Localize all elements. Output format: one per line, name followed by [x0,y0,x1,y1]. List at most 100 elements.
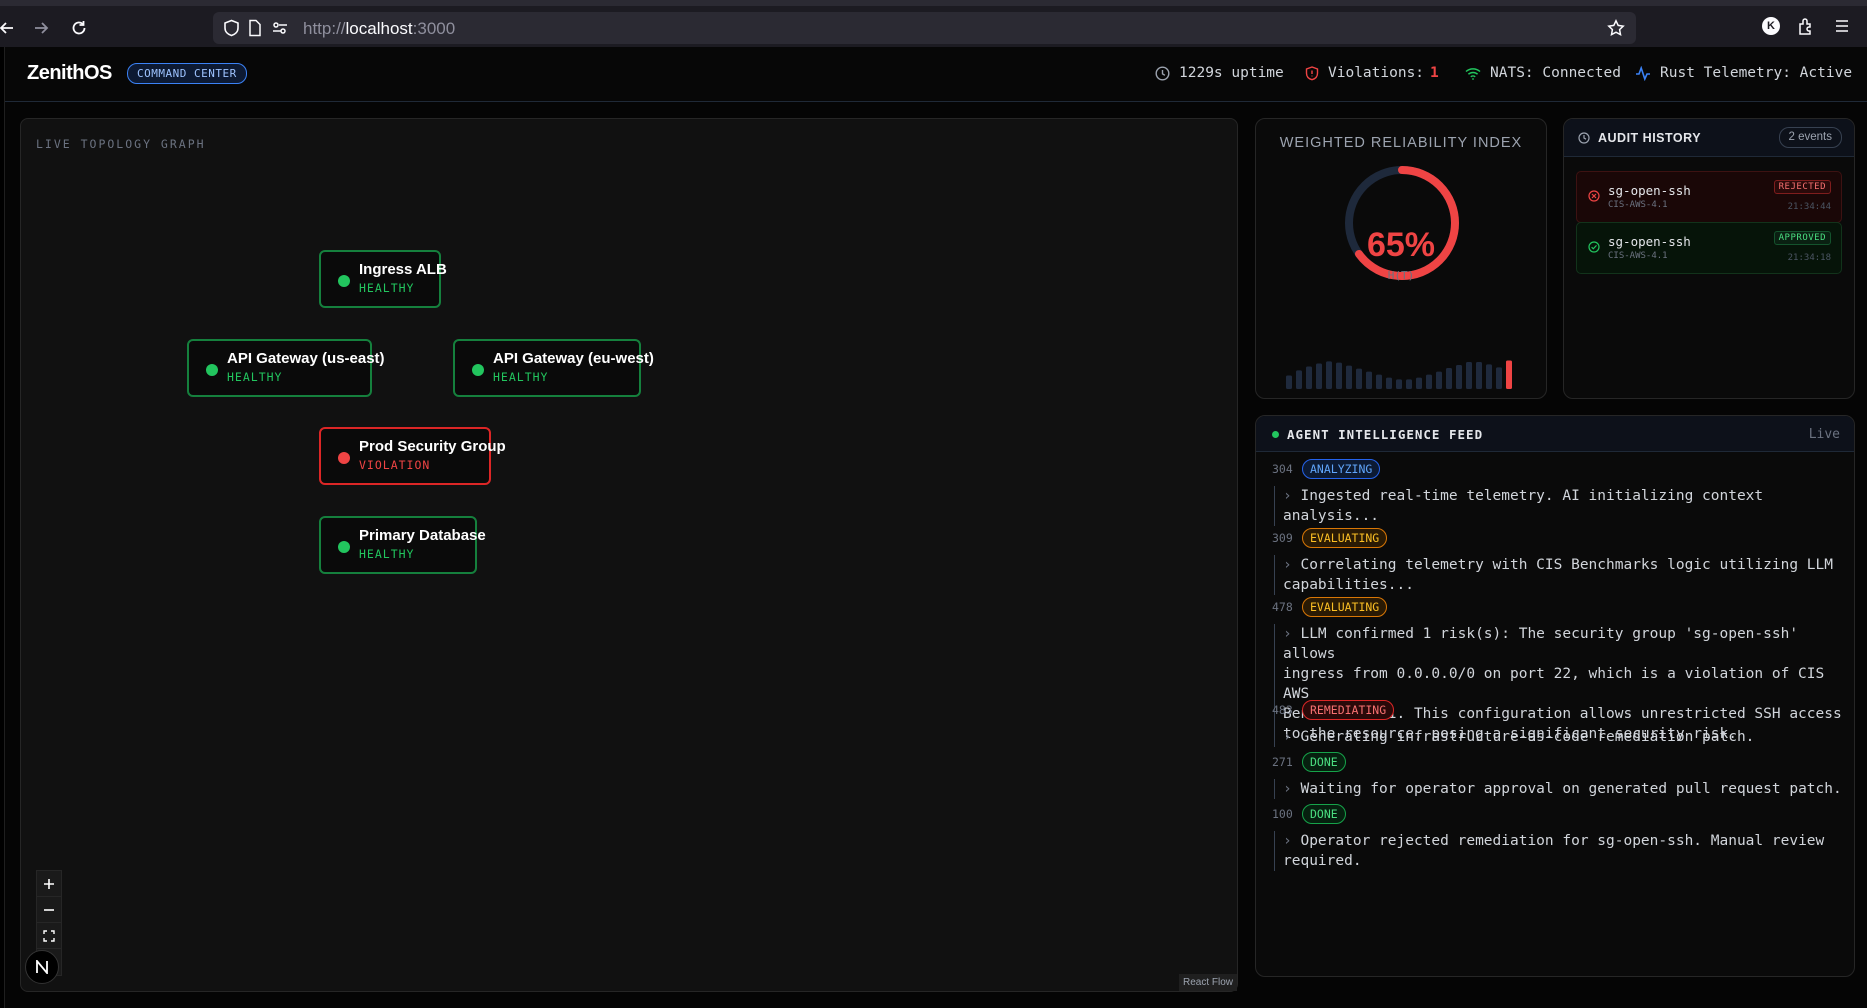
violations-stat[interactable]: Violations: 1 [1305,65,1439,81]
profile-letter: K [1762,17,1780,35]
telemetry-stat: Rust Telemetry: Active [1635,65,1852,81]
entry-id: 483 [1272,703,1293,717]
history-bar [1386,377,1392,389]
stage-badge: EVALUATING [1302,597,1388,617]
menu-icon[interactable] [1834,17,1850,35]
audit-time: 21:34:18 [1787,253,1831,263]
node-name: API Gateway (us-east) [227,350,385,367]
node-prod-security-group[interactable]: Prod Security Group VIOLATION [319,427,506,485]
fit-view-button[interactable] [37,923,61,949]
history-bar [1496,367,1502,389]
node-api-gateway-us-east[interactable]: API Gateway (us-east) HEALTHY [187,339,385,397]
extensions-icon[interactable] [1797,17,1815,35]
zoom-in-button[interactable] [37,871,61,897]
stage-badge: ANALYZING [1302,459,1381,479]
history-bar [1406,379,1412,389]
shield-alert-icon [1305,65,1319,80]
back-arrow-icon[interactable] [0,15,20,41]
node-api-gateway-eu-west[interactable]: API Gateway (eu-west) HEALTHY [453,339,654,397]
command-center-badge: COMMAND CENTER [127,63,247,84]
history-bar [1446,368,1452,389]
check-circle-icon [1588,241,1600,253]
entry-message: › Ingested real-time telemetry. AI initi… [1274,486,1842,526]
react-flow-attribution[interactable]: React Flow [1178,974,1237,991]
forward-arrow-icon[interactable] [28,15,54,41]
audit-count-badge: 2 events [1778,127,1842,148]
entry-id: 309 [1272,531,1293,545]
node-name: Primary Database [359,527,486,544]
brand-logo[interactable]: ZenithOS [27,62,112,85]
profile-avatar-icon[interactable]: K [1762,17,1780,35]
clock-icon [1155,65,1170,81]
node-primary-database[interactable]: Primary Database HEALTHY [319,516,486,574]
audit-rule: CIS-AWS-4.1 [1608,200,1668,210]
node-status: HEALTHY [359,281,415,295]
audit-status-badge: REJECTED [1773,180,1831,194]
reliability-history-bars [1286,360,1512,389]
history-bar [1296,370,1302,389]
feed-entry: 304 ANALYZING › Ingested real-time teleme… [1272,458,1842,526]
history-bar [1366,371,1372,389]
shield-icon[interactable] [223,19,240,37]
entry-id: 100 [1272,807,1293,821]
node-ingress-alb[interactable]: Ingress ALB HEALTHY [319,250,447,308]
history-bar [1326,361,1332,389]
url-bar[interactable]: http://localhost:3000 [213,12,1636,44]
zoom-out-button[interactable] [37,897,61,923]
feed-entry: 271 DONE › Waiting for operator approval … [1272,751,1842,799]
violations-label: Violations: [1328,65,1425,81]
history-clock-icon [1578,132,1590,144]
uptime-stat: 1229s uptime [1155,65,1284,81]
n-logo-icon[interactable] [25,950,59,984]
entry-id: 304 [1272,462,1293,476]
uptime-text: 1229s uptime [1179,65,1284,81]
audit-history-panel: AUDIT HISTORY 2 events sg-open-ssh CIS-A… [1563,118,1855,399]
feed-entry: 100 DONE › Operator rejected remediation … [1272,803,1842,871]
history-bar [1346,365,1352,389]
entry-message: › Waiting for operator approval on gener… [1274,779,1842,799]
topology-graph-panel[interactable]: LIVE TOPOLOGY GRAPH Ingress ALB HEALTHY … [20,118,1238,992]
audit-resource: sg-open-ssh [1608,234,1691,249]
stage-badge: DONE [1302,804,1346,824]
node-name: API Gateway (eu-west) [493,350,654,367]
activity-icon [1636,65,1650,81]
reliability-subtitle: H(T) [1387,269,1415,282]
reload-icon[interactable] [66,15,92,41]
node-status: VIOLATION [359,458,431,472]
audit-status-badge: APPROVED [1773,231,1831,245]
topology-title: LIVE TOPOLOGY GRAPH [36,137,206,151]
history-bar [1476,362,1482,389]
url-text[interactable]: http://localhost:3000 [303,19,455,39]
reliability-gauge [1345,166,1459,280]
node-name: Ingress ALB [359,261,447,278]
history-bar [1466,362,1472,389]
node-name: Prod Security Group [359,438,506,455]
entry-message: › Correlating telemetry with CIS Benchma… [1274,555,1842,595]
audit-event-approved[interactable]: sg-open-ssh CIS-AWS-4.1 APPROVED 21:34:1… [1576,222,1842,274]
audit-resource: sg-open-ssh [1608,183,1691,198]
audit-event-rejected[interactable]: sg-open-ssh CIS-AWS-4.1 REJECTED 21:34:4… [1576,171,1842,223]
history-bar [1456,365,1462,389]
status-dot [472,364,484,376]
bookmark-star-icon[interactable] [1607,19,1625,37]
wifi-icon [1465,67,1481,80]
entry-id: 478 [1272,600,1293,614]
reliability-value: 65% [1366,226,1436,264]
feed-entry: 483 REMEDIATING › Generating infrastructu… [1272,699,1842,747]
status-dot [338,452,350,464]
plus-icon [44,878,54,889]
audit-time: 21:34:44 [1787,202,1831,212]
stage-badge: REMEDIATING [1302,700,1395,720]
minus-icon [44,908,54,911]
history-bar [1396,379,1402,389]
site-settings-icon[interactable] [271,19,289,37]
history-bar [1376,374,1382,389]
reliability-index-panel: WEIGHTED RELIABILITY INDEX 65% H(T) [1255,118,1547,399]
history-bar [1286,375,1292,389]
agent-intelligence-feed-panel[interactable]: AGENT INTELLIGENCE FEED Live 304 ANALYZIN… [1255,415,1855,977]
page-icon [248,19,262,37]
node-status: HEALTHY [493,370,549,384]
history-bar [1306,366,1312,389]
live-dot [1272,431,1279,438]
history-bar [1416,377,1422,389]
